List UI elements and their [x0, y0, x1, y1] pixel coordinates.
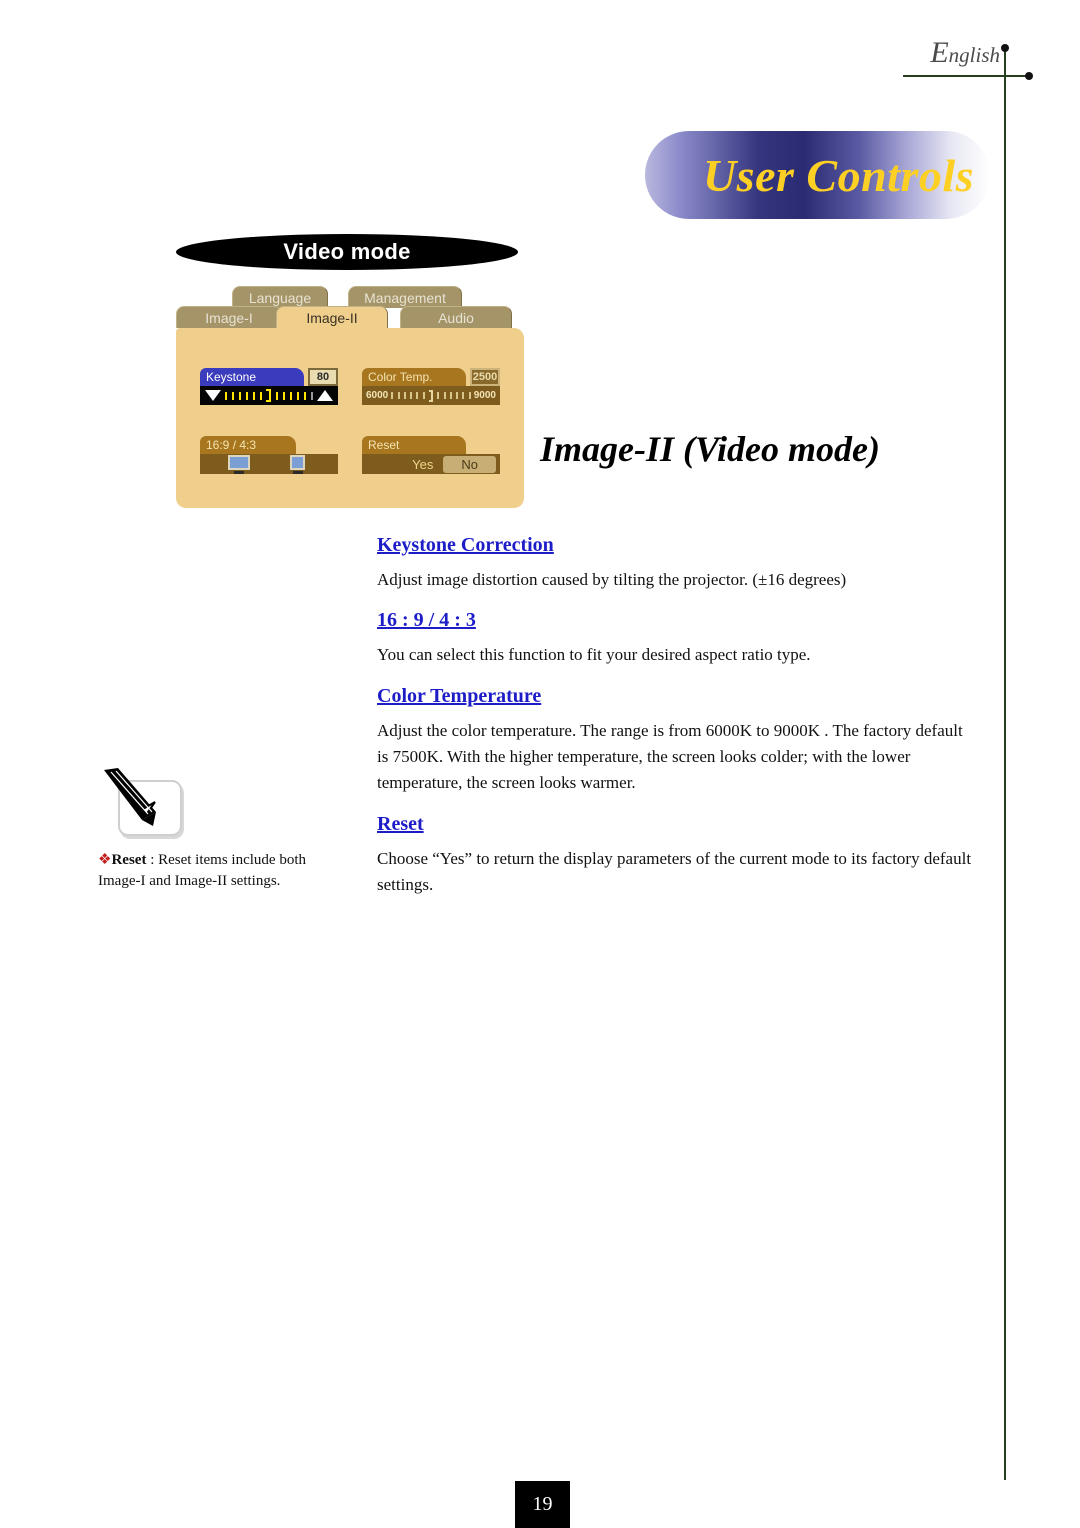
- osd-item-color-temp-value: 2500: [470, 368, 500, 386]
- chapter-banner: User Controls: [645, 131, 990, 219]
- osd-item-keystone-slider[interactable]: [200, 386, 338, 405]
- pencil-icon: [104, 768, 156, 826]
- color-temp-range-max: 9000: [473, 390, 496, 401]
- note-separator: :: [146, 852, 159, 868]
- monitor-16-9-icon[interactable]: [228, 454, 250, 474]
- osd-item-keystone-value-text: 80: [316, 371, 330, 383]
- osd-reset-no-option[interactable]: No: [443, 455, 496, 473]
- monitor-4-3-icon[interactable]: [290, 454, 305, 474]
- keystone-tick-track: [221, 389, 317, 402]
- osd-item-reset-header: Reset: [362, 436, 466, 454]
- video-mode-banner: Video mode: [176, 234, 518, 270]
- right-margin-vertical-rule: [1004, 46, 1006, 1480]
- osd-item-aspect-ratio-options: [200, 454, 338, 474]
- content-column: Keystone Correction Adjust image distort…: [377, 534, 977, 914]
- osd-item-keystone-label: Keystone: [206, 370, 257, 384]
- osd-item-keystone-value: 80: [308, 368, 338, 386]
- keystone-slider-cursor[interactable]: [266, 389, 272, 402]
- right-margin-horizontal-rule: [903, 75, 1031, 77]
- note-term: Reset: [111, 852, 147, 868]
- osd-reset-yes-option[interactable]: Yes: [412, 457, 433, 472]
- osd-tab-language[interactable]: Language: [232, 286, 328, 308]
- osd-item-reset-options: Yes No: [362, 454, 500, 474]
- osd-item-color-temp-header: Color Temp.: [362, 368, 466, 386]
- section-heading: 16 : 9 / 4 : 3: [377, 609, 476, 632]
- page-title: Image-II (Video mode): [540, 429, 880, 469]
- section-reset: Reset Choose “Yes” to return the display…: [377, 813, 977, 899]
- osd-tab-management[interactable]: Management: [348, 286, 462, 308]
- page-number: 19: [515, 1481, 570, 1528]
- osd-item-color-temp-slider[interactable]: 6000 9000: [362, 386, 500, 405]
- osd-item-color-temp-label: Color Temp.: [368, 370, 433, 384]
- margin-dot-top: [1001, 44, 1009, 52]
- osd-item-aspect-ratio-header: 16:9 / 4:3: [200, 436, 296, 454]
- osd-tab-audio[interactable]: Audio: [400, 306, 512, 328]
- section-aspect-ratio: 16 : 9 / 4 : 3 You can select this funct…: [377, 609, 977, 668]
- osd-item-color-temp[interactable]: Color Temp. 2500 6000 9000: [362, 368, 500, 405]
- chapter-banner-label: User Controls: [702, 149, 975, 201]
- color-temp-range-min: 6000: [366, 390, 389, 401]
- osd-item-aspect-ratio[interactable]: 16:9 / 4:3: [200, 436, 338, 474]
- osd-item-aspect-ratio-label: 16:9 / 4:3: [206, 438, 257, 452]
- section-heading: Keystone Correction: [377, 534, 554, 556]
- keystone-increase-icon[interactable]: [317, 390, 333, 401]
- color-temp-tick-track: [388, 389, 474, 402]
- osd-tab-audio-label: Audio: [438, 309, 474, 326]
- osd-item-reset[interactable]: Reset Yes No: [362, 436, 500, 474]
- osd-tab-image-ii[interactable]: Image-II: [276, 306, 388, 328]
- osd-item-keystone-header: Keystone: [200, 368, 304, 386]
- pencil-note-icon: [98, 768, 184, 840]
- osd-tab-management-label: Management: [364, 289, 446, 306]
- keystone-decrease-icon[interactable]: [205, 390, 221, 401]
- osd-panel-body: Keystone 80 Color Temp. 2500 6000 9000 1…: [176, 328, 524, 508]
- osd-item-keystone[interactable]: Keystone 80: [200, 368, 338, 405]
- osd-item-color-temp-value-text: 2500: [472, 371, 498, 383]
- section-keystone-correction: Keystone Correction Adjust image distort…: [377, 534, 977, 593]
- osd-tab-language-label: Language: [248, 289, 312, 306]
- section-heading: Color Temperature: [377, 684, 542, 707]
- language-label-rest: nglish: [948, 43, 1000, 67]
- language-label: English: [860, 36, 1000, 70]
- language-label-initial: E: [930, 36, 949, 69]
- osd-tab-row-top: Language Management: [176, 286, 524, 308]
- osd-item-reset-label: Reset: [368, 438, 400, 452]
- section-body: Choose “Yes” to return the display param…: [377, 848, 972, 895]
- osd-tab-image-ii-label: Image-II: [306, 309, 358, 326]
- section-body: Adjust the color temperature. The range …: [377, 720, 963, 793]
- osd-menu-illustration: Language Management Image-I Image-II Aud…: [176, 286, 524, 508]
- margin-dot-right: [1025, 72, 1033, 80]
- margin-note-text: ❖Reset : Reset items include both Image-…: [98, 850, 348, 892]
- section-color-temperature: Color Temperature Adjust the color tempe…: [377, 685, 977, 797]
- osd-tab-row-bottom: Image-I Image-II Audio: [176, 306, 524, 328]
- note-bullet-icon: ❖: [98, 852, 112, 868]
- section-body: Adjust image distortion caused by tiltin…: [377, 570, 847, 589]
- section-body: You can select this function to fit your…: [377, 645, 811, 665]
- color-temp-slider-cursor[interactable]: [428, 389, 433, 402]
- osd-tab-image-i[interactable]: Image-I: [176, 306, 282, 328]
- video-mode-banner-label: Video mode: [283, 239, 411, 264]
- margin-note: ❖Reset : Reset items include both Image-…: [98, 768, 348, 892]
- section-heading: Reset: [377, 812, 424, 835]
- osd-tab-image-i-label: Image-I: [205, 309, 253, 326]
